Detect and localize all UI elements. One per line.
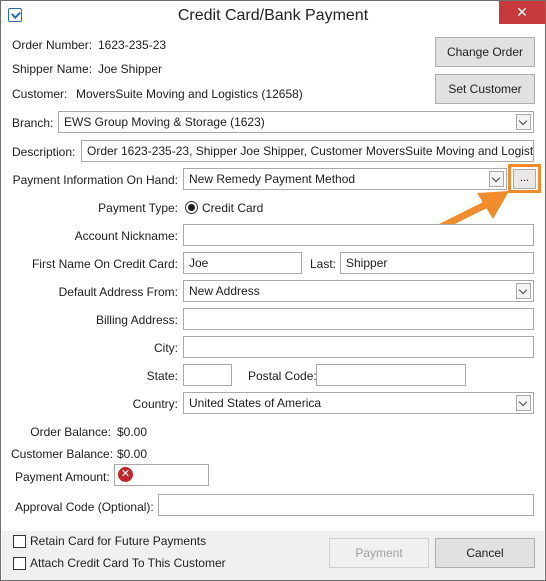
credit-card-radio[interactable] — [185, 201, 198, 214]
customer-balance-value: $0.00 — [117, 447, 148, 461]
state-input[interactable] — [183, 364, 232, 386]
chevron-down-icon[interactable] — [516, 395, 531, 411]
order-number-label: Order Number: — [12, 38, 93, 52]
account-nickname-input[interactable] — [183, 224, 534, 246]
country-select[interactable]: United States of America — [183, 392, 534, 414]
branch-label: Branch: — [12, 116, 54, 130]
payment-type-label: Payment Type: — [98, 201, 178, 215]
shipper-name-label: Shipper Name: — [12, 62, 93, 76]
branch-select[interactable]: EWS Group Moving & Storage (1623) — [58, 111, 534, 133]
country-label: Country: — [132, 397, 178, 411]
error-icon: ✕ — [118, 467, 133, 482]
cancel-button[interactable]: Cancel — [435, 538, 535, 568]
payment-dialog: Credit Card/Bank Payment ✕ Order Number:… — [0, 0, 546, 581]
change-order-button[interactable]: Change Order — [435, 37, 535, 67]
city-label: City: — [154, 341, 178, 355]
postal-code-label: Postal Code: — [248, 369, 317, 383]
retain-card-checkbox[interactable] — [13, 535, 26, 548]
customer-label: Customer: — [12, 87, 68, 101]
description-label: Description: — [12, 145, 76, 159]
payment-button[interactable]: Payment — [329, 538, 429, 568]
last-name-label: Last: — [310, 257, 337, 271]
customer-value: MoversSuite Moving and Logistics (12658) — [76, 87, 303, 101]
credit-card-radio-label: Credit Card — [202, 201, 264, 215]
close-button[interactable]: ✕ — [499, 1, 545, 24]
order-number-value: 1623-235-23 — [98, 38, 167, 52]
title-bar: Credit Card/Bank Payment ✕ — [1, 1, 545, 31]
first-name-label: First Name On Credit Card: — [31, 257, 178, 271]
account-nickname-label: Account Nickname: — [74, 229, 178, 243]
chevron-down-icon[interactable] — [516, 283, 531, 299]
order-balance-value: $0.00 — [117, 425, 148, 439]
payment-info-value: New Remedy Payment Method — [189, 172, 356, 186]
default-address-label: Default Address From: — [58, 285, 178, 299]
customer-balance-label: Customer Balance: — [11, 447, 114, 461]
last-name-input[interactable]: Shipper — [340, 252, 534, 274]
billing-address-label: Billing Address: — [95, 313, 178, 327]
description-input[interactable]: Order 1623-235-23, Shipper Joe Shipper, … — [81, 140, 534, 162]
state-label: State: — [146, 369, 178, 383]
first-name-input[interactable]: Joe — [183, 252, 302, 274]
order-balance-label: Order Balance: — [30, 425, 111, 439]
approval-code-label: Approval Code (Optional): — [15, 500, 154, 514]
payment-amount-input[interactable]: ✕ — [114, 464, 209, 486]
branch-select-value: EWS Group Moving & Storage (1623) — [64, 115, 265, 129]
retain-card-label: Retain Card for Future Payments — [30, 534, 207, 548]
payment-info-label: Payment Information On Hand: — [12, 173, 178, 187]
default-address-select[interactable]: New Address — [183, 280, 534, 302]
country-value: United States of America — [189, 396, 322, 410]
attach-card-checkbox[interactable] — [13, 557, 26, 570]
chevron-down-icon[interactable] — [516, 114, 531, 130]
billing-address-input[interactable] — [183, 308, 534, 330]
postal-code-input[interactable] — [316, 364, 466, 386]
shipper-name-value: Joe Shipper — [98, 62, 163, 76]
city-input[interactable] — [183, 336, 534, 358]
dialog-footer: Retain Card for Future Payments Attach C… — [2, 531, 544, 580]
payment-amount-label: Payment Amount: — [15, 470, 110, 484]
attach-card-label: Attach Credit Card To This Customer — [30, 556, 226, 570]
window-title: Credit Card/Bank Payment — [177, 7, 369, 24]
set-customer-button[interactable]: Set Customer — [435, 74, 535, 104]
default-address-value: New Address — [189, 284, 260, 298]
approval-code-input[interactable] — [158, 494, 534, 516]
